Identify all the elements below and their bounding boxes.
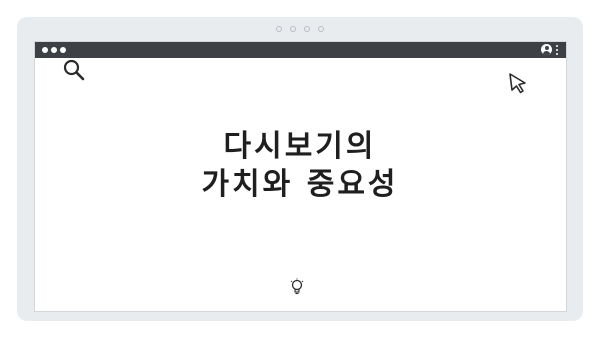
minimize-button[interactable] (51, 47, 57, 53)
headline-line-1: 다시보기의 (223, 129, 377, 164)
indicator-dot (290, 26, 296, 32)
titlebar-actions (541, 44, 558, 55)
indicator-dot (318, 26, 324, 32)
page-headline: 다시보기의 가치와 중요성 (0, 128, 600, 204)
indicator-dot (304, 26, 310, 32)
headline-line-2: 가치와 중요성 (201, 167, 399, 202)
indicator-dot (276, 26, 282, 32)
search-icon (63, 59, 85, 81)
maximize-button[interactable] (60, 47, 66, 53)
top-indicator-dots (17, 26, 583, 32)
lightbulb-icon (290, 278, 304, 295)
cursor-icon (509, 73, 526, 94)
kebab-menu-icon[interactable] (556, 44, 558, 55)
window-controls (42, 47, 66, 53)
window-titlebar (35, 42, 566, 58)
user-icon[interactable] (541, 44, 552, 55)
close-button[interactable] (42, 47, 48, 53)
